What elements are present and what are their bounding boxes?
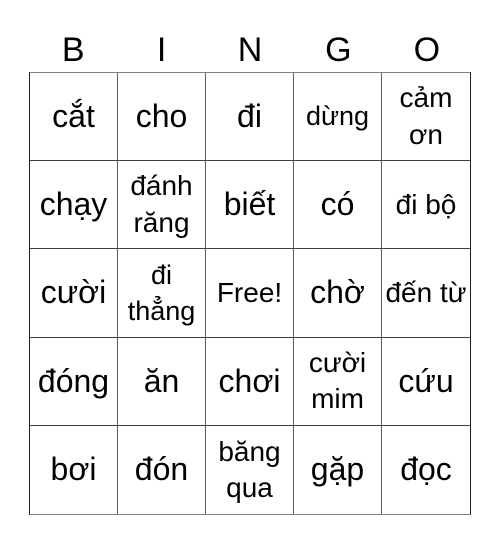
cell-text: đón (134, 451, 189, 488)
bingo-header: B I N G O (29, 28, 471, 72)
bingo-cell-r1-c5[interactable]: cảm ơn (382, 73, 470, 162)
cell-text: băng qua (218, 435, 281, 503)
header-letter-o: O (413, 31, 441, 69)
bingo-cell-r5-c5[interactable]: đọc (382, 426, 470, 514)
cell-text: đi (237, 98, 262, 135)
cell-text: cứu (398, 362, 454, 399)
bingo-cell-r1-c1[interactable]: cắt (30, 73, 118, 162)
bingo-cell-r3-c5[interactable]: đến từ (382, 249, 470, 338)
bingo-cell-r2-c5[interactable]: đi bộ (382, 161, 470, 250)
bingo-cell-r4-c2[interactable]: ăn (118, 337, 206, 426)
bingo-cell-r2-c4[interactable]: có (294, 161, 382, 250)
cell-text: đọc (400, 451, 452, 488)
cell-text: cho (135, 98, 188, 135)
cell-text: bơi (50, 451, 97, 488)
bingo-grid: cắt cho đi dừng cảm ơn chạy đánh răng bi… (29, 72, 471, 515)
cell-text: đóng (37, 362, 110, 399)
bingo-cell-r2-c1[interactable]: chạy (30, 161, 118, 250)
cell-text: cười (40, 274, 107, 311)
bingo-cell-r3-c4[interactable]: chờ (294, 249, 382, 338)
cell-text: đi bộ (395, 188, 457, 220)
cell-text: biết (223, 186, 276, 223)
header-letter-g: G (325, 31, 352, 69)
cell-text: đánh răng (130, 170, 193, 238)
cell-text: gặp (310, 451, 365, 488)
cell-text: dừng (305, 101, 370, 132)
bingo-cell-r2-c2[interactable]: đánh răng (118, 161, 206, 250)
cell-text: Free! (216, 276, 283, 308)
cell-text: cười mim (308, 346, 367, 415)
cell-text: chơi (218, 362, 281, 399)
cell-text: cắt (52, 98, 95, 135)
bingo-cell-r5-c4[interactable]: gặp (294, 425, 382, 514)
bingo-cell-r1-c4[interactable]: dừng (294, 73, 382, 162)
bingo-cell-r3-c1[interactable]: cười (30, 249, 118, 338)
bingo-cell-r2-c3[interactable]: biết (206, 161, 294, 250)
bingo-cell-free-space[interactable]: Free! (206, 249, 294, 338)
bingo-cell-r3-c2[interactable]: đi thẳng (118, 249, 206, 338)
header-letter-b: B (61, 31, 85, 69)
bingo-cell-r1-c3[interactable]: đi (206, 73, 294, 162)
cell-text: có (320, 186, 355, 223)
bingo-cell-r4-c3[interactable]: chơi (206, 337, 294, 426)
header-letter-i: I (156, 31, 167, 69)
cell-text: ăn (143, 362, 180, 399)
cell-text: đi thẳng (127, 259, 196, 326)
bingo-cell-r4-c5[interactable]: cứu (382, 338, 470, 426)
cell-text: chờ (310, 274, 365, 311)
cell-text: cảm ơn (399, 82, 453, 150)
cell-text: đến từ (385, 276, 467, 308)
bingo-cell-r5-c1[interactable]: bơi (30, 425, 118, 514)
bingo-cell-r5-c3[interactable]: băng qua (206, 425, 294, 514)
cell-text: chạy (39, 186, 108, 223)
bingo-cell-r1-c2[interactable]: cho (118, 73, 206, 162)
bingo-cell-r5-c2[interactable]: đón (118, 425, 206, 514)
bingo-cell-r4-c4[interactable]: cười mim (294, 337, 382, 426)
header-letter-n: N (237, 31, 263, 69)
bingo-cell-r4-c1[interactable]: đóng (30, 337, 118, 426)
